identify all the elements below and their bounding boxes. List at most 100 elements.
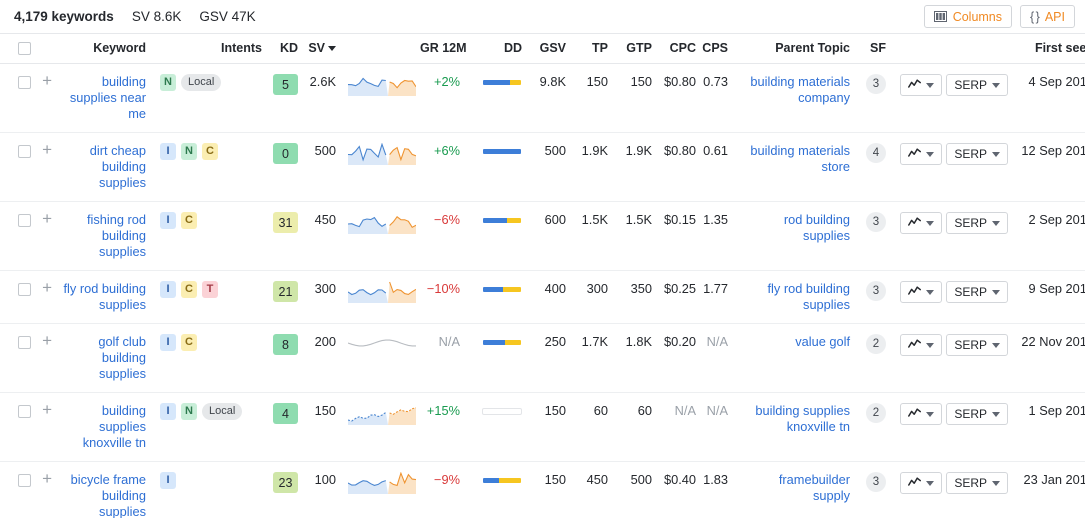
cps-cell: 1.35 <box>696 201 738 272</box>
header-cps[interactable]: CPS <box>696 34 738 65</box>
row-checkbox[interactable] <box>18 336 31 350</box>
metrics-chart-button[interactable] <box>900 403 942 426</box>
keyword-link[interactable]: dirt cheap building supplies <box>52 143 146 191</box>
intent-badge-n[interactable]: N <box>160 74 176 92</box>
header-sv[interactable]: SV <box>298 34 342 65</box>
parent-topic-cell: rod building supplies <box>738 201 850 272</box>
intent-badge-local[interactable]: Local <box>181 74 222 92</box>
sf-badge: 3 <box>866 472 886 493</box>
intent-badge-c[interactable]: C <box>202 143 218 161</box>
chart-cell <box>886 63 942 134</box>
header-cpc[interactable]: CPC <box>652 34 696 65</box>
columns-button[interactable]: Columns <box>923 5 1013 28</box>
metrics-chart-button[interactable] <box>900 334 942 357</box>
plus-icon[interactable]: + <box>42 401 52 418</box>
metrics-chart-button[interactable] <box>900 143 942 166</box>
header-sf[interactable]: SF <box>850 34 886 65</box>
intent-badge-i[interactable]: I <box>160 143 176 161</box>
kd-badge: 0 <box>273 143 298 165</box>
header-intents[interactable]: Intents <box>152 34 262 65</box>
serp-button[interactable]: SERP <box>946 472 1008 495</box>
header-keyword[interactable]: Keyword <box>52 34 152 65</box>
header-gsv[interactable]: GSV <box>522 34 566 65</box>
dd-bar-blue <box>483 287 503 293</box>
header-gr12m[interactable]: GR 12M <box>420 34 467 65</box>
sort-desc-icon <box>328 46 336 52</box>
first-seen-value: 4 Sep 2015 <box>1028 74 1085 90</box>
metrics-chart-button[interactable] <box>900 74 942 97</box>
select-all-checkbox[interactable] <box>18 42 31 56</box>
metrics-chart-button[interactable] <box>900 472 942 495</box>
keyword-link[interactable]: golf club building supplies <box>52 334 146 382</box>
plus-icon[interactable]: + <box>42 210 52 227</box>
parent-topic-cell: framebuilder supply <box>738 461 850 518</box>
serp-button[interactable]: SERP <box>946 281 1008 304</box>
api-button[interactable]: { } API <box>1020 5 1075 28</box>
metrics-chart-button[interactable] <box>900 281 942 304</box>
intent-badge-n[interactable]: N <box>181 403 197 421</box>
dd-bar <box>482 148 522 156</box>
header-sv-label: SV <box>308 41 325 56</box>
row-checkbox[interactable] <box>18 283 31 297</box>
intent-badge-i[interactable]: I <box>160 403 176 421</box>
parent-topic-link[interactable]: value golf <box>750 334 850 350</box>
keyword-link[interactable]: bicycle frame building supplies <box>52 472 146 518</box>
plus-icon[interactable]: + <box>42 279 52 296</box>
serp-button[interactable]: SERP <box>946 403 1008 426</box>
row-checkbox[interactable] <box>18 474 31 488</box>
parent-topic-link[interactable]: framebuilder supply <box>750 472 850 504</box>
intent-badge-i[interactable]: I <box>160 334 176 352</box>
intent-badge-n[interactable]: N <box>181 143 197 161</box>
parent-topic-link[interactable]: fly rod building supplies <box>750 281 850 313</box>
intent-badge-i[interactable]: I <box>160 472 176 490</box>
keyword-link[interactable]: fishing rod building supplies <box>52 212 146 260</box>
dd-bar-blue <box>483 218 507 224</box>
row-checkbox[interactable] <box>18 76 31 90</box>
first-seen-value: 12 Sep 2015 <box>1021 143 1085 159</box>
keyword-link[interactable]: fly rod building supplies <box>52 281 146 313</box>
plus-icon[interactable]: + <box>42 72 52 89</box>
header-serp <box>942 34 1008 65</box>
intent-badge-local[interactable]: Local <box>202 403 243 421</box>
dd-bar <box>482 477 522 485</box>
gr12m-cell: N/A <box>420 323 464 394</box>
parent-topic-link[interactable]: building materials store <box>750 143 850 175</box>
parent-topic-link[interactable]: rod building supplies <box>750 212 850 244</box>
intent-badge-t[interactable]: T <box>202 281 218 299</box>
header-tp[interactable]: TP <box>566 34 608 65</box>
first-seen-cell: 9 Sep 2015 <box>1008 270 1085 325</box>
row-checkbox[interactable] <box>18 405 31 419</box>
plus-icon[interactable]: + <box>42 470 52 487</box>
keyword-link[interactable]: building supplies knoxville tn <box>52 403 146 451</box>
kd-cell: 23 <box>262 461 298 518</box>
row-checkbox[interactable] <box>18 145 31 159</box>
sv-sparkline <box>348 143 420 166</box>
header-first-seen[interactable]: First seen <box>1008 34 1085 65</box>
plus-icon[interactable]: + <box>42 141 52 158</box>
row-checkbox[interactable] <box>18 214 31 228</box>
header-parent-topic[interactable]: Parent Topic <box>738 34 850 65</box>
header-gtp[interactable]: GTP <box>608 34 652 65</box>
serp-button[interactable]: SERP <box>946 143 1008 166</box>
gsv-cell: 150 <box>522 392 566 463</box>
serp-button[interactable]: SERP <box>946 74 1008 97</box>
serp-button[interactable]: SERP <box>946 212 1008 235</box>
header-kd[interactable]: KD <box>262 34 298 65</box>
dd-cell <box>464 270 522 325</box>
intent-badge-c[interactable]: C <box>181 334 197 352</box>
header-dd[interactable]: DD <box>464 34 522 65</box>
intent-badge-i[interactable]: I <box>160 212 176 230</box>
intent-badge-c[interactable]: C <box>181 281 197 299</box>
parent-topic-link[interactable]: building supplies knoxville tn <box>750 403 850 435</box>
trend-chart-icon <box>908 407 921 421</box>
parent-topic-link[interactable]: building materials company <box>750 74 850 106</box>
dd-bar-yellow <box>506 218 521 224</box>
keyword-link[interactable]: building supplies near me <box>52 74 146 122</box>
metrics-chart-button[interactable] <box>900 212 942 235</box>
intent-badge-i[interactable]: I <box>160 281 176 299</box>
intents-cell: IC <box>152 323 262 394</box>
intent-badge-c[interactable]: C <box>181 212 197 230</box>
plus-icon[interactable]: + <box>42 332 52 349</box>
serp-button[interactable]: SERP <box>946 334 1008 357</box>
chevron-down-icon <box>926 342 934 348</box>
